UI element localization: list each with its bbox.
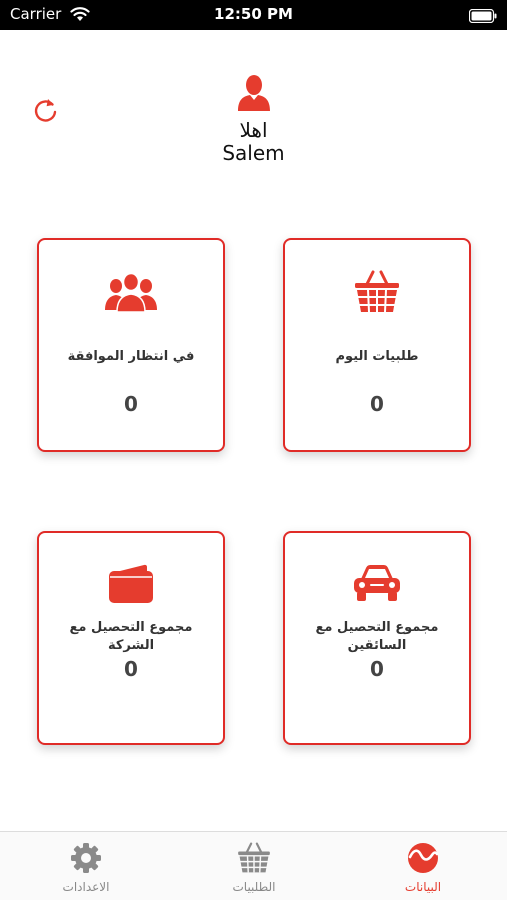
user-avatar-icon: [237, 75, 270, 111]
user-name: Salem: [222, 141, 285, 165]
company-collection-value: 0: [124, 657, 138, 681]
battery-icon: [468, 8, 497, 27]
tab-bar: الاعدادات الطلبيات البيانات: [0, 831, 507, 900]
tab-data-label: البيانات: [404, 880, 442, 894]
basket-icon: [238, 842, 270, 873]
basket-icon: [285, 270, 469, 314]
today-orders-value: 0: [370, 392, 384, 416]
drivers-collection-card[interactable]: مجموع التحصيل مع السائقين 0: [283, 531, 471, 745]
today-orders-label: طلبيات اليوم: [335, 349, 419, 364]
wave-circle-icon: [408, 843, 439, 873]
greeting-text: اهلا: [239, 118, 268, 142]
users-group-icon: [39, 270, 223, 314]
pending-approval-value: 0: [124, 392, 138, 416]
status-bar: Carrier 12:50 PM: [0, 0, 507, 30]
tab-data[interactable]: البيانات: [373, 842, 473, 894]
tab-orders-label: الطلبيات: [232, 880, 276, 894]
status-time: 12:50 PM: [214, 5, 293, 23]
pending-approval-card[interactable]: في انتظار الموافقة 0: [37, 238, 225, 452]
gear-icon: [71, 843, 101, 873]
profile-header: اهلا Salem: [0, 73, 507, 165]
pending-approval-label: في انتظار الموافقة: [67, 349, 195, 364]
tab-orders[interactable]: الطلبيات: [204, 842, 304, 894]
company-collection-label: مجموع التحصيل مع الشركة: [69, 620, 193, 653]
company-collection-card[interactable]: مجموع التحصيل مع الشركة 0: [37, 531, 225, 745]
today-orders-card[interactable]: طلبيات اليوم 0: [283, 238, 471, 452]
wallet-icon: [39, 563, 223, 607]
tab-settings-label: الاعدادات: [62, 880, 110, 894]
tab-settings[interactable]: الاعدادات: [36, 842, 136, 894]
car-icon: [285, 563, 469, 607]
drivers-collection-value: 0: [370, 657, 384, 681]
drivers-collection-label: مجموع التحصيل مع السائقين: [315, 620, 439, 653]
